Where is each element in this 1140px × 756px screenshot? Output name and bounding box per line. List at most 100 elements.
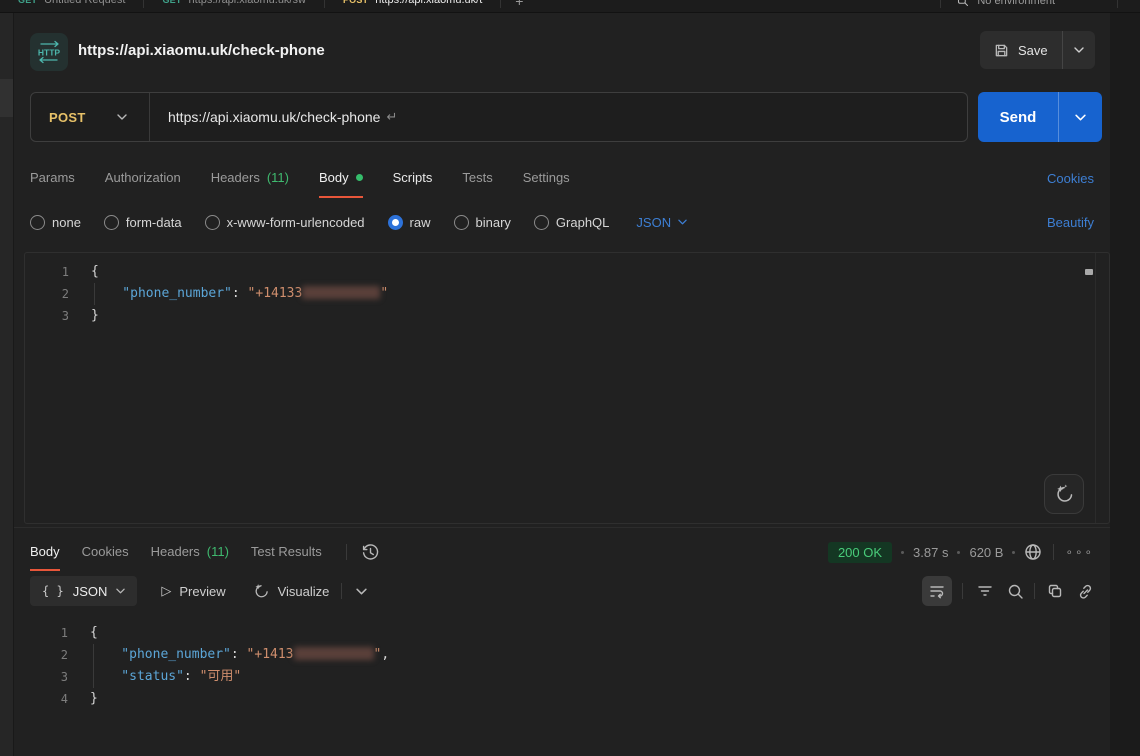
globe-icon (1024, 543, 1042, 561)
scrollbar-thumb[interactable] (1085, 269, 1093, 275)
save-button[interactable]: Save (980, 31, 1062, 69)
send-button-group: Send (978, 92, 1102, 142)
response-tab-body[interactable]: Body (30, 533, 60, 571)
save-button-group: Save (980, 31, 1095, 69)
language-selector[interactable]: JSON (636, 215, 687, 230)
network-info-button[interactable] (1024, 543, 1042, 561)
code-line: 2 "phone_number": "+14133" (25, 283, 1109, 305)
line-number: 1 (24, 622, 68, 644)
response-tab-cookies[interactable]: Cookies (82, 533, 129, 571)
tab-settings[interactable]: Settings (523, 158, 570, 198)
tab-label: Settings (523, 170, 570, 185)
tab-headers[interactable]: Headers(11) (211, 158, 289, 198)
indent-guide (94, 283, 95, 305)
chevron-down-icon (1074, 47, 1084, 53)
filter-button[interactable] (977, 584, 993, 598)
tab-label: Tests (462, 170, 492, 185)
tab-title: https://api.xiaomu.uk/t (375, 0, 482, 6)
share-link-button[interactable] (1077, 583, 1094, 600)
workspace-tabbar: GETUntitled RequestGEThttps://api.xiaomu… (0, 0, 1140, 13)
dot-separator (957, 551, 960, 554)
url-field[interactable]: https://api.xiaomu.uk/check-phone (150, 109, 380, 125)
request-body-editor[interactable]: 1{2 "phone_number": "+14133"3} (24, 252, 1110, 524)
divider (1053, 544, 1054, 560)
tab-label: Headers (151, 544, 200, 559)
new-tab-button[interactable]: + (501, 0, 537, 9)
request-header: HTTP https://api.xiaomu.uk/check-phone S… (14, 28, 1110, 88)
chevron-down-icon (356, 588, 367, 595)
panel-divider (14, 527, 1110, 528)
sidebar-handle[interactable] (0, 79, 13, 117)
topbar-divider (940, 0, 941, 8)
tab-tests[interactable]: Tests (462, 158, 492, 198)
code-line: 3 "status": "可用" (24, 666, 1110, 688)
http-request-icon: HTTP (30, 33, 68, 71)
response-format-dropdown[interactable]: { } JSON (30, 576, 137, 606)
code-token: "可用" (200, 669, 242, 684)
radio-icon (388, 215, 403, 230)
collapsed-sidebar[interactable] (0, 13, 14, 756)
method-selector[interactable]: POST (31, 110, 117, 125)
radio-icon (104, 215, 119, 230)
code-content: "phone_number": "+1413", (90, 644, 389, 666)
send-options-button[interactable] (1059, 92, 1102, 142)
line-number: 1 (25, 261, 69, 283)
radio-icon (534, 215, 549, 230)
chevron-down-icon (678, 219, 687, 225)
workspace-tab-untitled-request[interactable]: GETUntitled Request (0, 0, 143, 13)
cookies-link[interactable]: Cookies (1047, 171, 1094, 186)
copy-icon (1047, 583, 1063, 599)
preview-button[interactable]: ▷ Preview (161, 583, 225, 599)
body-mode-graphql[interactable]: GraphQL (534, 215, 609, 230)
response-tab-headers[interactable]: Headers(11) (151, 533, 229, 571)
tab-body[interactable]: Body (319, 158, 363, 198)
body-mode-none[interactable]: none (30, 215, 81, 230)
save-options-button[interactable] (1063, 31, 1095, 69)
url-row: POST https://api.xiaomu.uk/check-phone ↵… (14, 92, 1110, 142)
indent-guide (93, 644, 94, 688)
editor-scrollbar (1095, 253, 1096, 523)
body-mode-binary[interactable]: binary (454, 215, 511, 230)
code-token: "status" (90, 669, 184, 684)
mode-label: form-data (126, 215, 182, 230)
divider (1034, 583, 1035, 599)
body-mode-raw[interactable]: raw (388, 215, 431, 230)
method-dropdown-button[interactable] (117, 114, 149, 120)
body-mode-x-www-form-urlencoded[interactable]: x-www-form-urlencoded (205, 215, 365, 230)
history-button[interactable] (361, 543, 380, 562)
workspace-tab-https-api-xiaomu-uk-sw[interactable]: GEThttps://api.xiaomu.uk/sw (144, 0, 324, 13)
code-token: , (381, 647, 389, 662)
postbot-button[interactable] (1044, 474, 1084, 514)
tab-label: Headers (211, 170, 260, 185)
environment-selector[interactable]: No environment (977, 0, 1055, 7)
collapse-response-button[interactable] (356, 588, 367, 595)
play-icon: ▷ (161, 583, 171, 599)
environment-search-icon (957, 0, 969, 7)
workspace-tab-https-api-xiaomu-uk-t[interactable]: POSThttps://api.xiaomu.uk/t (325, 0, 500, 13)
modified-dot (356, 174, 363, 181)
search-response-button[interactable] (1007, 583, 1024, 600)
mode-label: binary (476, 215, 511, 230)
code-content: } (90, 688, 98, 710)
divider (346, 544, 347, 560)
copy-response-button[interactable] (1047, 583, 1063, 599)
code-token: : (231, 647, 247, 662)
tab-label: Cookies (82, 544, 129, 559)
body-mode-form-data[interactable]: form-data (104, 215, 182, 230)
tab-authorization[interactable]: Authorization (105, 158, 181, 198)
send-button[interactable]: Send (978, 92, 1058, 142)
line-number: 2 (25, 283, 69, 305)
link-icon (1077, 583, 1094, 600)
visualize-button[interactable]: Visualize (252, 582, 330, 600)
response-tab-test-results[interactable]: Test Results (251, 533, 322, 571)
tab-params[interactable]: Params (30, 158, 75, 198)
radio-icon (205, 215, 220, 230)
dot-separator (1012, 551, 1015, 554)
wrap-text-button[interactable] (922, 576, 952, 606)
response-size: 620 B (969, 545, 1003, 560)
more-options-button[interactable]: ∘∘∘ (1065, 545, 1094, 559)
tab-scripts[interactable]: Scripts (393, 158, 433, 198)
response-body-editor[interactable]: 1{2 "phone_number": "+1413",3 "status": … (24, 614, 1110, 754)
code-line: 3} (25, 305, 1109, 327)
beautify-link[interactable]: Beautify (1047, 215, 1094, 230)
